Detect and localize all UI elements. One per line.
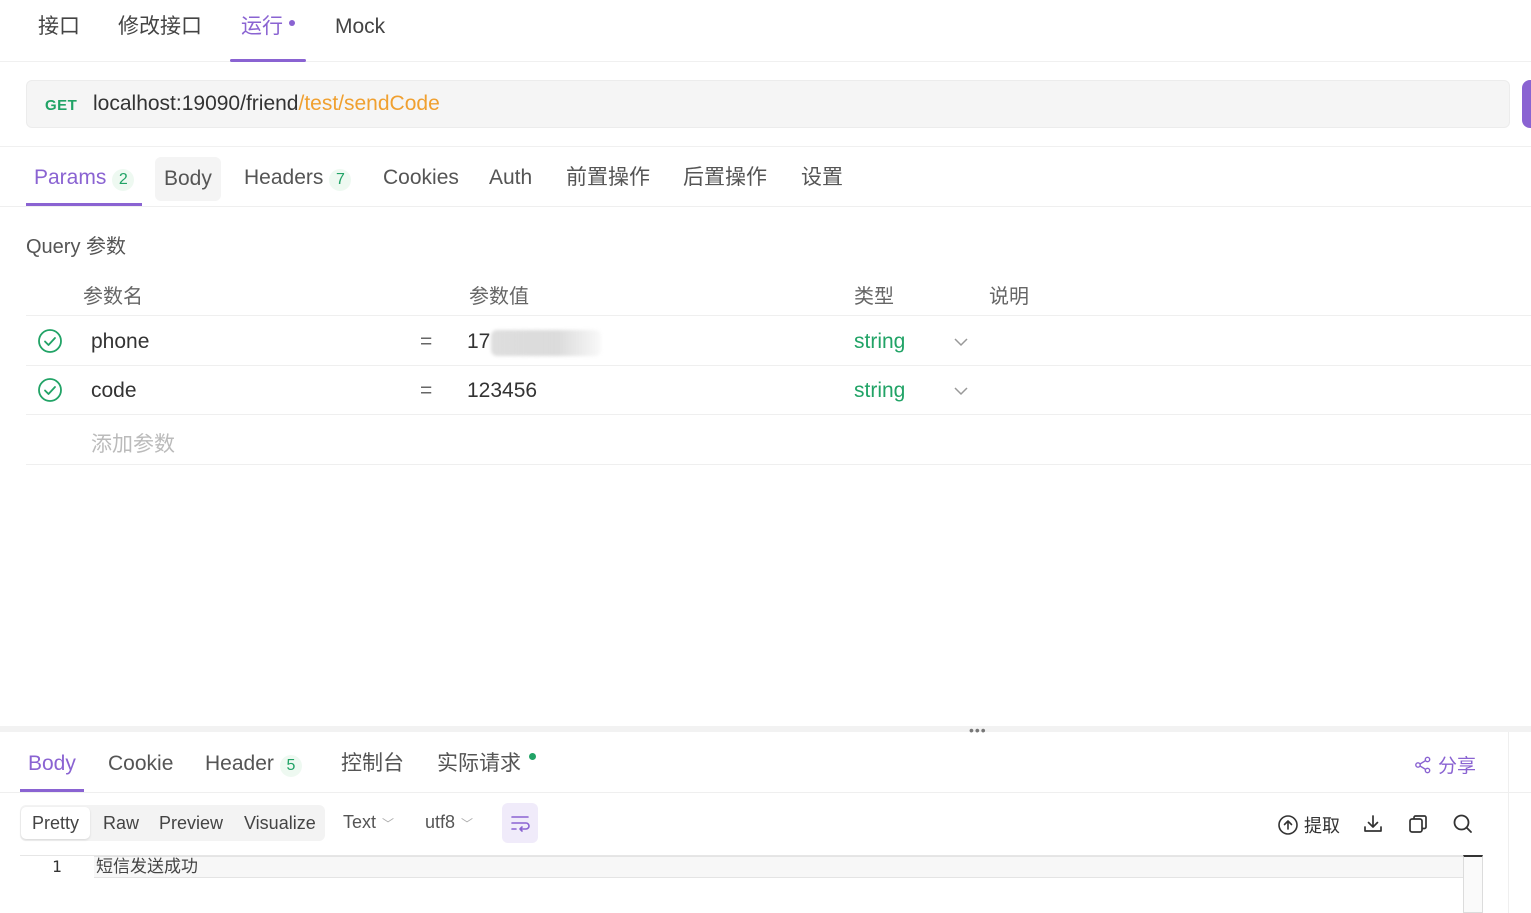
header-count-badge: 5 [279, 755, 302, 777]
tab-interface[interactable]: 接口 [38, 0, 80, 62]
tab-response-cookie[interactable]: Cookie [108, 742, 173, 792]
tab-response-header[interactable]: Header 5 [205, 742, 302, 792]
encoding-select[interactable]: utf8 ﹀ [425, 812, 473, 833]
format-select[interactable]: Text ﹀ [343, 812, 394, 833]
tab-headers[interactable]: Headers 7 [244, 156, 352, 206]
col-header-type: 类型 [854, 286, 894, 308]
format-value: Text [343, 812, 377, 832]
panel-border [1508, 732, 1509, 913]
row-divider [26, 365, 1531, 366]
divider [0, 146, 1531, 147]
param-value-input[interactable]: 17 [467, 330, 490, 354]
row-divider [26, 464, 1531, 465]
chevron-down-icon: ﹀ [461, 817, 474, 831]
chevron-down-icon[interactable] [953, 337, 969, 347]
param-value-input[interactable]: 123456 [467, 379, 537, 403]
tab-params-label: Params [34, 166, 107, 189]
tab-edit-interface[interactable]: 修改接口 [118, 0, 202, 62]
tab-post-operations[interactable]: 后置操作 [683, 156, 767, 206]
line-number: 1 [52, 857, 62, 876]
tab-response-body[interactable]: Body [20, 742, 84, 792]
equals-sign: = [420, 330, 433, 353]
view-pretty-button[interactable]: Pretty [21, 807, 91, 839]
chevron-down-icon: ﹀ [382, 817, 395, 831]
tab-headers-label: Headers [244, 166, 324, 189]
tab-mock[interactable]: Mock [335, 0, 385, 62]
upload-circle-icon [1278, 815, 1298, 835]
drag-handle-icon[interactable]: ••• [969, 723, 987, 737]
row-divider [26, 414, 1531, 415]
send-button[interactable] [1522, 80, 1531, 128]
tab-body[interactable]: Body [155, 157, 221, 201]
status-dot [529, 752, 536, 760]
url-bar[interactable]: GET localhost:19090/friend/test/sendCode [26, 80, 1510, 128]
equals-sign: = [420, 379, 433, 402]
tab-actual-request-label: 实际请求 [437, 752, 521, 775]
headers-count-badge: 7 [329, 169, 352, 191]
tab-pre-operations[interactable]: 前置操作 [566, 156, 650, 206]
params-count-badge: 2 [112, 169, 135, 191]
param-name-input[interactable]: phone [91, 330, 149, 354]
method-badge[interactable]: GET [45, 97, 77, 114]
copy-icon[interactable] [1406, 812, 1430, 836]
share-label: 分享 [1438, 756, 1477, 777]
tab-console[interactable]: 控制台 [341, 742, 404, 792]
view-visualize-button[interactable]: Visualize [233, 807, 327, 839]
tab-run[interactable]: 运行 [230, 0, 306, 62]
divider [0, 206, 1531, 207]
col-header-value: 参数值 [469, 286, 529, 308]
editor-scrollbar[interactable] [1463, 855, 1483, 913]
view-mode-segmented: Pretty Raw Preview Visualize [20, 805, 325, 841]
code-line[interactable]: 短信发送成功 [94, 856, 1464, 878]
redaction-blur [491, 330, 601, 356]
word-wrap-button[interactable] [502, 803, 538, 843]
share-icon [1415, 756, 1431, 773]
search-icon[interactable] [1451, 812, 1475, 836]
divider [0, 792, 1531, 793]
share-button[interactable]: 分享 [1414, 751, 1476, 778]
row-divider [26, 315, 1531, 316]
view-raw-button[interactable]: Raw [92, 807, 150, 839]
check-circle-icon[interactable] [37, 328, 63, 354]
tab-settings[interactable]: 设置 [801, 156, 843, 206]
extract-button[interactable]: 提取 [1277, 812, 1340, 838]
col-header-name: 参数名 [83, 286, 143, 308]
add-param-input[interactable]: 添加参数 [91, 428, 175, 458]
check-circle-icon[interactable] [37, 377, 63, 403]
wrap-lines-icon [511, 816, 530, 832]
url-base: localhost:19090/friend [93, 92, 299, 115]
tab-auth[interactable]: Auth [489, 156, 532, 206]
chevron-down-icon[interactable] [953, 386, 969, 396]
extract-label: 提取 [1304, 816, 1340, 836]
tab-actual-request[interactable]: 实际请求 [437, 742, 536, 792]
query-section-title: Query 参数 [26, 236, 127, 258]
url-input[interactable]: localhost:19090/friend/test/sendCode [93, 92, 440, 116]
param-type-select[interactable]: string [854, 379, 905, 403]
tab-params[interactable]: Params 2 [25, 156, 143, 206]
param-type-select[interactable]: string [854, 330, 905, 354]
unsaved-dot [289, 20, 295, 27]
tab-response-header-label: Header [205, 752, 274, 775]
url-path: /test/sendCode [298, 92, 440, 115]
download-icon[interactable] [1361, 812, 1385, 836]
col-header-desc: 说明 [989, 286, 1029, 308]
top-tab-bar: 接口 修改接口 运行 Mock [0, 0, 1531, 62]
encoding-value: utf8 [425, 812, 456, 832]
tab-cookies[interactable]: Cookies [383, 156, 459, 206]
param-name-input[interactable]: code [91, 379, 137, 403]
panel-splitter[interactable] [0, 726, 1531, 732]
view-preview-button[interactable]: Preview [148, 807, 234, 839]
tab-run-label: 运行 [241, 15, 283, 38]
